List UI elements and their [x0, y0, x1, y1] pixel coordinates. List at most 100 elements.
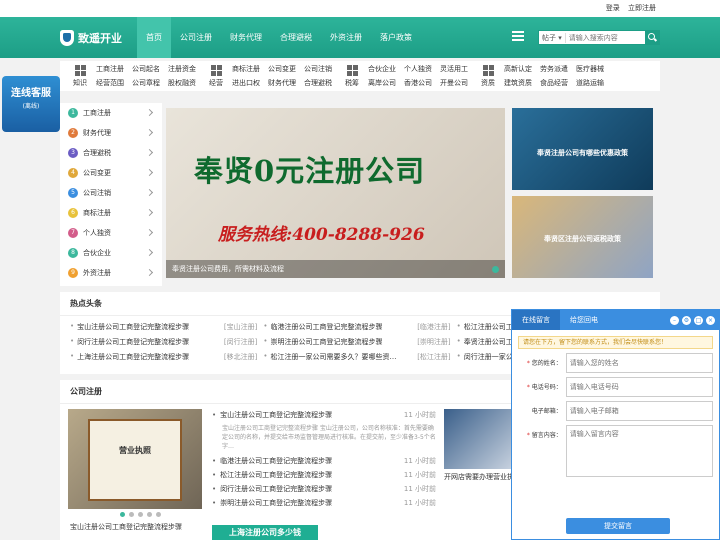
thumb-card[interactable]: 奉贤区注册公司返税政策 — [512, 196, 653, 278]
shield-logo-icon — [60, 30, 74, 46]
category-link[interactable]: 道路运输 — [576, 78, 604, 88]
number-badge: 1 — [68, 108, 78, 118]
customer-service-badge[interactable]: 连线客服 (离线) — [2, 76, 60, 132]
expand-icon[interactable]: □ — [694, 315, 703, 325]
category-link[interactable]: 财务代理 — [268, 78, 296, 88]
nav-tax-planning[interactable]: 合理避税 — [271, 17, 321, 58]
hot-item[interactable]: • 闵行注册公司工商登记完整流程步骤 [闵行注册] — [70, 337, 263, 347]
sidebar-item[interactable]: 4 公司变更 — [60, 163, 162, 183]
list-item[interactable]: • 崇明注册公司工商登记完整流程步骤 11 小时前 — [212, 496, 436, 510]
category-link[interactable]: 灵活用工 — [440, 64, 468, 74]
article-caption[interactable]: 开网店需要办理营业执 — [444, 472, 514, 482]
sidebar-item-label: 商标注册 — [83, 209, 111, 217]
nav-finance-agency[interactable]: 财务代理 — [221, 17, 271, 58]
nav-settlement-policy[interactable]: 落户政策 — [371, 17, 421, 58]
category-link[interactable]: 个人独资 — [404, 64, 432, 74]
sidebar-item-label: 公司变更 — [83, 169, 111, 177]
category-link[interactable]: 建筑资质 — [504, 78, 532, 88]
hot-item[interactable]: • 宝山注册公司工商登记完整流程步骤 [宝山注册] — [70, 322, 263, 332]
category-link[interactable]: 医疗器械 — [576, 64, 604, 74]
carousel-dot[interactable] — [147, 512, 152, 517]
register-list: • 宝山注册公司工商登记完整流程步骤 11 小时前 宝山注册公司工商登记完整流程步骤… — [212, 408, 436, 510]
category-link[interactable]: 离岸公司 — [368, 78, 396, 88]
submit-message-button[interactable]: 提交留言 — [566, 518, 670, 534]
carousel-dots — [120, 512, 165, 517]
nav-company-register[interactable]: 公司注册 — [171, 17, 221, 58]
minimize-icon[interactable]: – — [670, 315, 679, 325]
category-link[interactable]: 香港公司 — [404, 78, 432, 88]
article-image[interactable] — [444, 409, 514, 469]
category-link[interactable]: 注册资金 — [168, 64, 196, 74]
sidebar-item[interactable]: 5 公司注销 — [60, 183, 162, 203]
category-group-tax: 税筹 合伙企业 个人独资 灵活用工 离岸公司 香港公司 开曼公司 — [332, 61, 468, 91]
carousel-dot[interactable] — [492, 266, 499, 273]
category-link[interactable]: 公司章程 — [132, 78, 160, 88]
list-item[interactable]: • 临港注册公司工商登记完整流程步骤 11 小时前 — [212, 454, 436, 468]
tab-call-back[interactable]: 给您回电 — [560, 310, 608, 330]
close-icon[interactable]: × — [706, 315, 715, 325]
form-input[interactable] — [565, 353, 713, 373]
form-row: 电子邮箱： — [518, 401, 713, 421]
category-link[interactable]: 商标注册 — [232, 64, 260, 74]
service-sidebar: 1 工商注册 2 财务代理 3 合理避税 4 公司变更 5 公司注销 6 商标注册 7 个人独资 8 合伙企业… — [60, 103, 162, 286]
carousel-dot[interactable] — [156, 512, 161, 517]
category-link[interactable]: 合理避税 — [304, 78, 332, 88]
category-group-business: 经营 商标注册 公司变更 公司注销 进出口权 财务代理 合理避税 — [196, 61, 332, 91]
hot-item[interactable]: • 上海注册公司工商登记完整流程步骤 [移北注册] — [70, 352, 263, 362]
message-textarea[interactable] — [565, 425, 713, 477]
list-item[interactable]: • 闵行注册公司工商登记完整流程步骤 11 小时前 — [212, 482, 436, 496]
register-link[interactable]: 立即注册 — [628, 4, 656, 12]
tab-leave-message[interactable]: 在线留言 — [512, 310, 560, 330]
search-input[interactable] — [565, 33, 640, 42]
form-input[interactable] — [565, 377, 713, 397]
nav-home[interactable]: 首页 — [137, 17, 171, 58]
sidebar-item[interactable]: 3 合理避税 — [60, 143, 162, 163]
sidebar-item[interactable]: 8 合伙企业 — [60, 243, 162, 263]
carousel-dot[interactable] — [129, 512, 134, 517]
hot-item[interactable]: • 松江注册一家公司需要多久？要哪些资… [松江注册] — [263, 352, 456, 362]
category-link[interactable]: 劳务派遣 — [540, 64, 568, 74]
number-badge: 3 — [68, 148, 78, 158]
hot-item[interactable]: • 崇明注册公司工商登记完整流程步骤 [崇明注册] — [263, 337, 456, 347]
category-link[interactable]: 合伙企业 — [368, 64, 396, 74]
image-caption[interactable]: 宝山注册公司工商登记完整流程步骤 — [70, 522, 182, 532]
list-item[interactable]: • 松江注册公司工商登记完整流程步骤 11 小时前 — [212, 468, 436, 482]
ad-banner[interactable]: 上海注册公司多少钱 — [212, 525, 318, 540]
main-banner[interactable]: 奉贤0元注册公司 服务热线:400-8288-926 奉贤注册公司费用，所需材料… — [166, 108, 505, 278]
category-link[interactable]: 工商注册 — [96, 64, 124, 74]
category-link[interactable]: 公司起名 — [132, 64, 160, 74]
category-link[interactable]: 经营范围 — [96, 78, 124, 88]
number-badge: 7 — [68, 228, 78, 238]
list-item[interactable]: • 宝山注册公司工商登记完整流程步骤 11 小时前 — [212, 408, 436, 422]
carousel-dot[interactable] — [120, 512, 125, 517]
nav-foreign-register[interactable]: 外资注册 — [321, 17, 371, 58]
category-link[interactable]: 公司变更 — [268, 64, 296, 74]
chevron-right-icon — [145, 208, 154, 217]
chevron-right-icon — [145, 268, 154, 277]
category-link[interactable]: 公司注销 — [304, 64, 332, 74]
sidebar-item[interactable]: 2 财务代理 — [60, 123, 162, 143]
category-link[interactable]: 进出口权 — [232, 78, 260, 88]
sidebar-item[interactable]: 6 商标注册 — [60, 203, 162, 223]
search-type-select[interactable]: 帖子 ▾ — [539, 32, 566, 43]
login-link[interactable]: 登录 — [606, 4, 620, 12]
sidebar-item-label: 外资注册 — [83, 269, 111, 277]
sidebar-item[interactable]: 9 外资注册 — [60, 263, 162, 283]
search-icon[interactable] — [645, 31, 659, 44]
sidebar-item[interactable]: 7 个人独资 — [60, 223, 162, 243]
thumb-card[interactable]: 奉贤注册公司有哪些优惠政策 — [512, 108, 653, 190]
form-input[interactable] — [565, 401, 713, 421]
number-badge: 8 — [68, 248, 78, 258]
carousel-dot[interactable] — [138, 512, 143, 517]
category-link[interactable]: 高新认定 — [504, 64, 532, 74]
category-link[interactable]: 食品经营 — [540, 78, 568, 88]
hamburger-menu-icon[interactable] — [512, 31, 524, 41]
category-link[interactable]: 开曼公司 — [440, 78, 468, 88]
sidebar-item[interactable]: 1 工商注册 — [60, 103, 162, 123]
logo[interactable]: 致遥开业 — [60, 29, 122, 47]
hot-item[interactable]: • 临港注册公司工商登记完整流程步骤 [临港注册] — [263, 322, 456, 332]
license-image[interactable]: 营业执照 — [68, 409, 202, 509]
form-row: * 电话号码： — [518, 377, 713, 397]
category-link[interactable]: 股权融资 — [168, 78, 196, 88]
settings-icon[interactable]: ⚙ — [682, 315, 691, 325]
